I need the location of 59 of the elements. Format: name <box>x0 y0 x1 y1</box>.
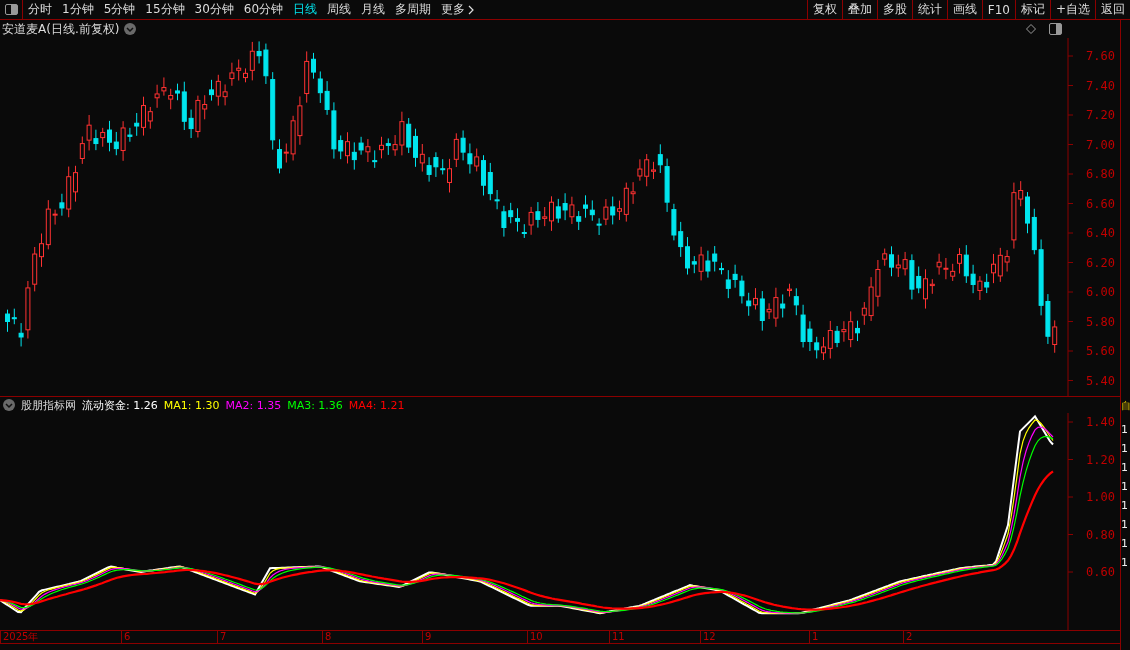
period-tab[interactable]: 60分钟 <box>238 0 289 19</box>
legend-item: MA1: 1.30 <box>163 398 220 412</box>
date-label: 8 <box>325 631 332 642</box>
stock-title: 安道麦A(日线.前复权) <box>2 20 120 38</box>
chevron-icon <box>468 4 476 15</box>
diamond-icon[interactable] <box>1026 24 1036 34</box>
dropdown-icon[interactable] <box>124 23 137 35</box>
side-value: 1 <box>1121 422 1129 438</box>
side-value: 1 <box>1121 460 1129 476</box>
date-label: 9 <box>425 631 432 642</box>
date-label: 1 <box>812 631 819 642</box>
axis-label: 6.40 <box>1086 226 1115 240</box>
axis-label: 7.00 <box>1086 137 1115 152</box>
date-label: 11 <box>612 631 625 642</box>
period-tab[interactable]: 更多 <box>436 0 481 19</box>
axis-label: 7.60 <box>1086 49 1115 63</box>
panel-toggle-icon[interactable] <box>1049 23 1062 35</box>
axis-label: 5.60 <box>1086 344 1115 358</box>
axis-label: 6.20 <box>1086 255 1115 270</box>
axis-label: 0.80 <box>1086 527 1115 542</box>
period-tab[interactable]: 分时 <box>23 0 57 19</box>
axis-label: 6.60 <box>1086 196 1115 211</box>
period-tab[interactable]: 周线 <box>322 0 357 19</box>
side-value: 1 <box>1121 441 1129 457</box>
side-value: 1 <box>1121 498 1129 514</box>
date-label: 10 <box>530 631 543 642</box>
axis-label: 7.20 <box>1086 108 1115 122</box>
axis-label: 5.40 <box>1086 373 1115 388</box>
side-value: 1 <box>1121 555 1129 571</box>
axis-label: 7.40 <box>1086 78 1115 93</box>
side-value: 1 <box>1121 517 1129 533</box>
period-tab[interactable]: 日线 <box>288 0 323 19</box>
legend-item: MA3: 1.36 <box>287 398 343 412</box>
side-value: 1 <box>1121 479 1129 495</box>
date-label: 12 <box>703 631 716 642</box>
axis-label: 6.80 <box>1086 167 1115 181</box>
period-tab[interactable]: 月线 <box>356 0 391 19</box>
axis-label: 6.00 <box>1086 285 1115 299</box>
date-label: 7 <box>220 631 227 642</box>
period-tab[interactable]: 多周期 <box>390 0 437 19</box>
legend-item: MA2: 1.35 <box>225 398 282 412</box>
axis-label: 0.60 <box>1086 565 1115 579</box>
period-tab[interactable]: 30分钟 <box>189 0 239 19</box>
dropdown-icon[interactable] <box>3 399 15 411</box>
side-label: 自 <box>1121 399 1130 413</box>
axis-label: 5.80 <box>1086 314 1115 329</box>
period-tab[interactable]: 5分钟 <box>98 0 141 19</box>
date-label: 2 <box>906 631 913 642</box>
period-tab[interactable]: 15分钟 <box>140 0 190 19</box>
indicator-name: 股朋指标网 <box>21 397 76 413</box>
date-label: 2025年 <box>3 631 39 642</box>
axis-label: 1.20 <box>1086 452 1115 467</box>
axis-label: 1.00 <box>1086 490 1115 504</box>
side-value: 1 <box>1121 536 1129 552</box>
period-tab[interactable]: 1分钟 <box>57 0 99 19</box>
date-label: 6 <box>124 631 131 642</box>
legend-item: MA4: 1.21 <box>348 398 405 412</box>
axis-label: 1.40 <box>1086 415 1115 429</box>
legend-item: 流动资金: 1.26 <box>82 397 158 413</box>
